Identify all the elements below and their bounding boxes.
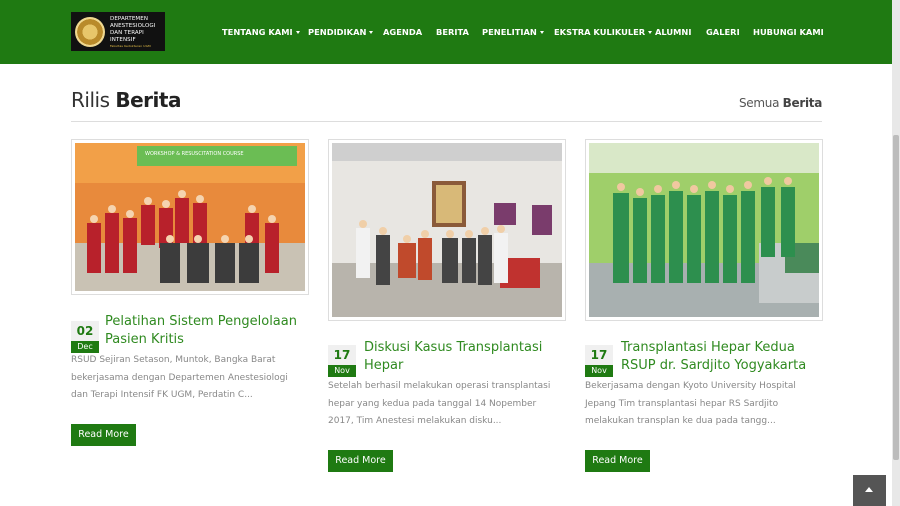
logo-line-1: DEPARTEMEN [110, 15, 149, 22]
all-news-light: Semua [738, 96, 780, 110]
read-more-button-3[interactable]: Read More [585, 450, 650, 472]
page-scrollbar[interactable] [892, 0, 900, 506]
nav-label: GALERI [706, 27, 740, 37]
date-day: 17 [328, 345, 356, 365]
post-excerpt-3: Bekerjasama dengan Kyoto University Hosp… [585, 381, 796, 426]
top-navbar: DEPARTEMEN ANESTESIOLOGI DAN TERAPI INTE… [0, 0, 892, 64]
date-month: Nov [328, 365, 356, 377]
date-day: 17 [585, 345, 613, 365]
logo-text: DEPARTEMEN ANESTESIOLOGI DAN TERAPI INTE… [110, 16, 162, 48]
logo-subtext: Fakultas Kedokteran UGM [110, 43, 151, 48]
logo-line-2: ANESTESIOLOGI [110, 22, 156, 29]
nav-label: PENELITIAN [482, 27, 537, 37]
nav-label: PENDIDIKAN [308, 27, 367, 37]
date-day: 02 [71, 321, 99, 341]
section-title-light: Rilis [71, 88, 110, 112]
nav-item-pendidikan[interactable]: PENDIDIKAN [308, 0, 374, 64]
surgery-team-photo-image [589, 143, 819, 317]
nav-label: AGENDA [383, 27, 423, 37]
caret-down-icon [369, 30, 374, 34]
nav-label: HUBUNGI KAMI [753, 27, 824, 37]
post-excerpt-2: Setelah berhasil melakukan operasi trans… [328, 381, 551, 426]
caret-down-icon [539, 30, 544, 34]
section-divider [71, 121, 822, 122]
meeting-photo-image [332, 143, 562, 317]
caret-down-icon [648, 30, 653, 34]
section-title-bold: Berita [115, 88, 181, 112]
nav-label: TENTANG KAMI [222, 27, 293, 37]
nav-item-berita[interactable]: BERITA [436, 0, 469, 64]
nav-item-tentang-kami[interactable]: TENTANG KAMI [222, 0, 300, 64]
all-news-link[interactable]: Semua Berita [739, 96, 822, 110]
site-logo[interactable]: DEPARTEMEN ANESTESIOLOGI DAN TERAPI INTE… [71, 12, 165, 51]
nav-item-hubungi-kami[interactable]: HUBUNGI KAMI [753, 0, 824, 64]
post-image-2[interactable] [328, 139, 566, 321]
chevron-up-icon [865, 487, 873, 492]
scrollbar-thumb[interactable] [893, 135, 899, 460]
post-date-2: 17 Nov [328, 345, 356, 377]
university-seal-icon [75, 16, 105, 47]
nav-item-galeri[interactable]: GALERI [706, 0, 740, 64]
nav-item-agenda[interactable]: AGENDA [383, 0, 422, 64]
back-to-top-button[interactable] [853, 475, 886, 506]
all-news-bold: Berita [782, 96, 823, 110]
nav-label: ALUMNI [655, 27, 692, 37]
logo-line-3: DAN TERAPI INTENSIF [110, 29, 144, 43]
post-image-3[interactable] [585, 139, 823, 321]
banner-text: WORKSHOP & RESUSCITATION COURSE [145, 151, 244, 157]
post-date-1: 02 Dec [71, 321, 99, 353]
read-more-button-2[interactable]: Read More [328, 450, 393, 472]
nav-item-alumni[interactable]: ALUMNI [655, 0, 691, 64]
read-more-button-1[interactable]: Read More [71, 424, 136, 446]
post-title-1[interactable]: Pelatihan Sistem Pengelolaan Pasien Krit… [105, 313, 305, 349]
post-excerpt-1: RSUD Sejiran Setason, Muntok, Bangka Bar… [71, 355, 288, 400]
post-title-2[interactable]: Diskusi Kasus Transplantasi Hepar [364, 339, 564, 375]
nav-label: BERITA [436, 27, 469, 37]
post-image-1[interactable]: WORKSHOP & RESUSCITATION COURSE [71, 139, 309, 295]
nav-item-penelitian[interactable]: PENELITIAN [482, 0, 544, 64]
section-title: Rilis Berita [71, 88, 181, 112]
nav-label: EKSTRA KULIKULER [554, 27, 646, 37]
post-title-3[interactable]: Transplantasi Hepar Kedua RSUP dr. Sardj… [621, 339, 826, 375]
date-month: Nov [585, 365, 613, 377]
group-photo-image: WORKSHOP & RESUSCITATION COURSE [75, 143, 305, 291]
post-date-3: 17 Nov [585, 345, 613, 377]
nav-item-ekstra-kulikuler[interactable]: EKSTRA KULIKULER [554, 0, 653, 64]
caret-down-icon [295, 30, 300, 34]
